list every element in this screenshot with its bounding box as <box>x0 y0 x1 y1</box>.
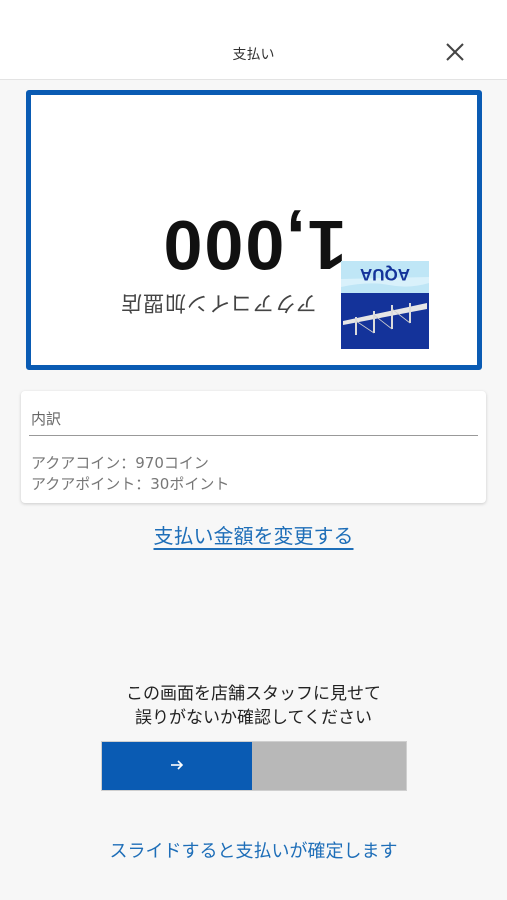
payment-amount-card: 1,000 AQUA アクアコイン加盟店 <box>26 90 482 370</box>
header-bar: 支払い <box>0 0 507 80</box>
confirm-slider[interactable] <box>101 741 407 791</box>
shop-name: アクアコイン加盟店 <box>120 291 317 315</box>
slide-hint: スライドすると支払いが確定します <box>109 841 398 862</box>
page-title: 支払い <box>232 47 275 63</box>
breakdown-panel: 内訳 アクアコイン：970コイン アクアポイント：30ポイント <box>21 391 486 503</box>
shop-logo: AQUA <box>341 261 429 349</box>
divider <box>29 435 478 436</box>
change-amount-link[interactable]: 支払い金額を変更する <box>154 524 354 548</box>
point-breakdown: アクアポイント：30ポイント <box>31 475 230 493</box>
instruction-line-2: 誤りがないか確認してください <box>135 708 372 728</box>
arrow-right-icon <box>171 760 184 770</box>
svg-text:AQUA: AQUA <box>360 265 410 284</box>
staff-instruction: この画面を店舗スタッフに見せて 誤りがないか確認してください <box>0 682 507 730</box>
instruction-line-1: この画面を店舗スタッフに見せて <box>126 684 381 704</box>
breakdown-title: 内訳 <box>31 410 62 428</box>
slider-handle[interactable] <box>102 742 252 790</box>
close-icon <box>446 43 464 61</box>
close-button[interactable] <box>440 37 470 67</box>
coin-breakdown: アクアコイン：970コイン <box>31 454 209 472</box>
staff-facing-display: 1,000 AQUA アクアコイン加盟店 <box>31 95 477 365</box>
change-amount-row: 支払い金額を変更する <box>0 520 507 549</box>
